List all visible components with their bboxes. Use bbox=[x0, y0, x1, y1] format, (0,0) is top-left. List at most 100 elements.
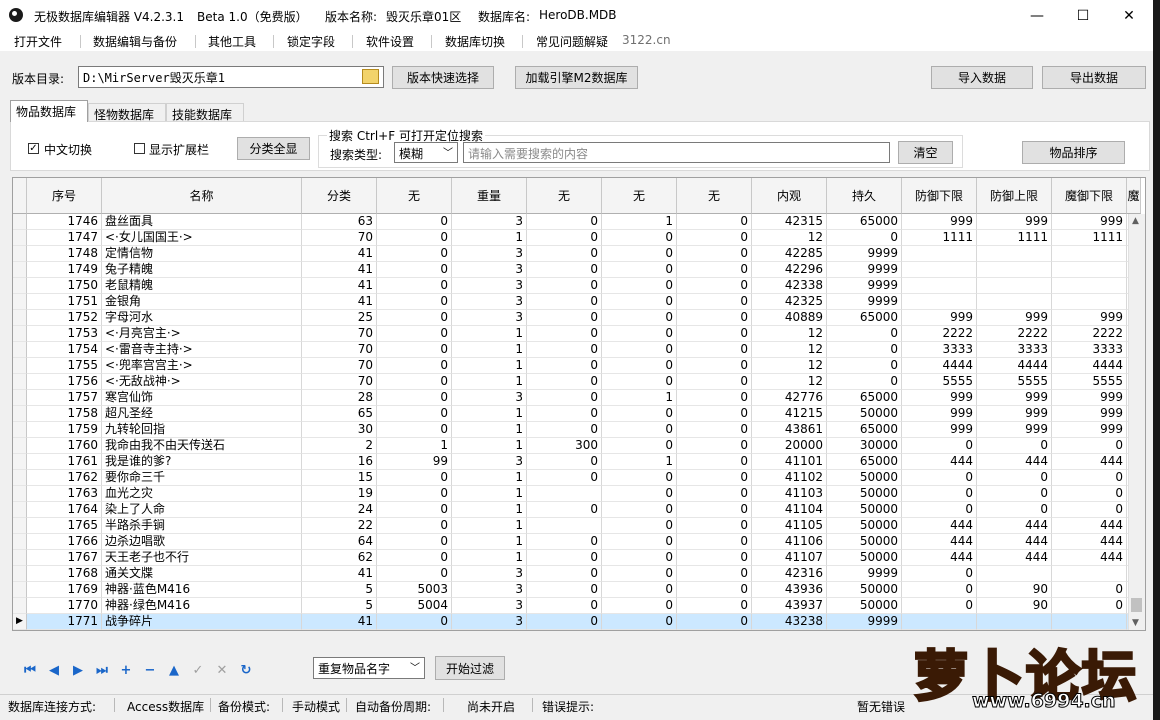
column-header[interactable]: 无 bbox=[602, 178, 677, 214]
table-cell[interactable]: 0 bbox=[527, 406, 602, 422]
table-cell[interactable]: 0 bbox=[527, 310, 602, 326]
table-cell[interactable]: 12 bbox=[752, 342, 827, 358]
table-row[interactable]: 1769 神器·蓝色M416 5 5003 3 0 0 0 43936 50000 0 90 0 bbox=[13, 582, 1141, 598]
table-cell[interactable]: 1111 bbox=[1052, 230, 1127, 246]
table-cell[interactable]: 0 bbox=[902, 566, 977, 582]
tab-items[interactable]: 物品数据库 bbox=[10, 100, 88, 122]
table-cell[interactable]: 1 bbox=[602, 454, 677, 470]
table-cell[interactable]: 0 bbox=[1052, 598, 1127, 614]
table-cell[interactable]: 3 bbox=[452, 294, 527, 310]
table-cell[interactable]: 0 bbox=[1052, 470, 1127, 486]
table-cell[interactable]: 1746 bbox=[27, 214, 102, 230]
table-cell[interactable]: 9999 bbox=[827, 246, 902, 262]
table-cell[interactable]: 300 bbox=[527, 438, 602, 454]
category-all-button[interactable]: 分类全显 bbox=[237, 137, 310, 160]
table-cell[interactable]: 999 bbox=[902, 422, 977, 438]
table-cell[interactable]: 50000 bbox=[827, 534, 902, 550]
sort-button[interactable]: 物品排序 bbox=[1022, 141, 1125, 164]
table-row[interactable]: 1767 天王老子也不行 62 0 1 0 0 0 41107 50000 444 444 444 bbox=[13, 550, 1141, 566]
table-cell[interactable]: 3 bbox=[452, 278, 527, 294]
table-cell[interactable]: 0 bbox=[527, 422, 602, 438]
table-cell[interactable] bbox=[977, 262, 1052, 278]
table-cell[interactable]: 3 bbox=[452, 390, 527, 406]
confirm-icon[interactable]: ✓ bbox=[188, 659, 208, 681]
item-name-cell[interactable]: 通关文牒 bbox=[102, 566, 302, 582]
table-row[interactable]: 1747 <·女儿国国王·> 70 0 1 0 0 0 12 0 1111 1111 1111 bbox=[13, 230, 1141, 246]
table-cell[interactable]: 43937 bbox=[752, 598, 827, 614]
table-cell[interactable]: 0 bbox=[902, 502, 977, 518]
table-cell[interactable]: 1 bbox=[452, 550, 527, 566]
table-cell[interactable]: 0 bbox=[677, 214, 752, 230]
table-row[interactable]: 1762 要你命三千 15 0 1 0 0 0 41102 50000 0 0 0 bbox=[13, 470, 1141, 486]
table-row[interactable]: 1768 通关文牒 41 0 3 0 0 0 42316 9999 0 bbox=[13, 566, 1141, 582]
menu-lock-fields[interactable]: 锁定字段 bbox=[287, 33, 335, 50]
load-engine-button[interactable]: 加载引擎M2数据库 bbox=[515, 66, 638, 89]
close-button[interactable]: ✕ bbox=[1106, 0, 1152, 31]
table-row[interactable]: 1754 <·雷音寺主持·> 70 0 1 0 0 0 12 0 3333 3333 3333 bbox=[13, 342, 1141, 358]
table-cell[interactable]: 0 bbox=[902, 486, 977, 502]
table-cell[interactable]: 1 bbox=[452, 438, 527, 454]
table-cell[interactable]: 0 bbox=[677, 518, 752, 534]
table-cell[interactable]: 90 bbox=[977, 598, 1052, 614]
table-cell[interactable]: 1766 bbox=[27, 534, 102, 550]
tab-monsters[interactable]: 怪物数据库 bbox=[88, 103, 166, 122]
row-indicator[interactable] bbox=[13, 406, 27, 422]
table-cell[interactable]: 50000 bbox=[827, 598, 902, 614]
quick-select-button[interactable]: 版本快速选择 bbox=[392, 66, 494, 89]
row-indicator[interactable] bbox=[13, 582, 27, 598]
item-name-cell[interactable]: 血光之灾 bbox=[102, 486, 302, 502]
table-cell[interactable]: 0 bbox=[602, 470, 677, 486]
table-cell[interactable]: 0 bbox=[677, 326, 752, 342]
table-row[interactable]: 1746 盘丝面具 63 0 3 0 1 0 42315 65000 999 999 999 bbox=[13, 214, 1141, 230]
export-button[interactable]: 导出数据 bbox=[1042, 66, 1146, 89]
table-cell[interactable]: 9999 bbox=[827, 294, 902, 310]
column-header[interactable]: 序号 bbox=[27, 178, 102, 214]
table-cell[interactable]: 0 bbox=[602, 358, 677, 374]
table-cell[interactable]: 4444 bbox=[1052, 358, 1127, 374]
table-cell[interactable]: 1 bbox=[602, 214, 677, 230]
table-cell[interactable]: 5555 bbox=[977, 374, 1052, 390]
table-cell[interactable]: 0 bbox=[377, 326, 452, 342]
table-cell[interactable]: 42316 bbox=[752, 566, 827, 582]
row-indicator[interactable] bbox=[13, 598, 27, 614]
table-cell[interactable]: 0 bbox=[602, 262, 677, 278]
table-cell[interactable]: 28 bbox=[302, 390, 377, 406]
table-cell[interactable]: 0 bbox=[677, 342, 752, 358]
item-name-cell[interactable]: 寒宫仙饰 bbox=[102, 390, 302, 406]
table-cell[interactable]: 3 bbox=[452, 598, 527, 614]
minimize-button[interactable]: — bbox=[1014, 0, 1060, 31]
refresh-icon[interactable]: ↻ bbox=[236, 659, 256, 681]
table-cell[interactable] bbox=[902, 246, 977, 262]
table-cell[interactable]: 0 bbox=[677, 582, 752, 598]
table-cell[interactable]: 0 bbox=[602, 374, 677, 390]
column-header[interactable]: 魔 bbox=[1127, 178, 1141, 214]
table-cell[interactable]: 0 bbox=[677, 246, 752, 262]
row-indicator[interactable] bbox=[13, 550, 27, 566]
table-cell[interactable]: 444 bbox=[977, 454, 1052, 470]
dir-input[interactable]: D:\MirServer毁灭乐章1 bbox=[78, 66, 384, 88]
table-cell[interactable] bbox=[527, 486, 602, 502]
table-cell[interactable]: 0 bbox=[677, 310, 752, 326]
start-filter-button[interactable]: 开始过滤 bbox=[435, 656, 505, 680]
table-cell[interactable]: 70 bbox=[302, 358, 377, 374]
table-cell[interactable]: 0 bbox=[527, 262, 602, 278]
table-cell[interactable]: 1764 bbox=[27, 502, 102, 518]
table-cell[interactable]: 444 bbox=[902, 550, 977, 566]
table-cell[interactable]: 0 bbox=[527, 374, 602, 390]
table-cell[interactable]: 999 bbox=[1052, 310, 1127, 326]
table-cell[interactable]: 1 bbox=[377, 438, 452, 454]
item-name-cell[interactable]: 要你命三千 bbox=[102, 470, 302, 486]
scroll-up-icon[interactable]: ▲ bbox=[1132, 216, 1139, 226]
table-cell[interactable]: 0 bbox=[527, 326, 602, 342]
table-cell[interactable]: 0 bbox=[602, 310, 677, 326]
table-cell[interactable]: 0 bbox=[602, 246, 677, 262]
table-row[interactable]: 1758 超凡圣经 65 0 1 0 0 0 41215 50000 999 999 999 bbox=[13, 406, 1141, 422]
table-cell[interactable]: 0 bbox=[377, 390, 452, 406]
table-cell[interactable]: 50000 bbox=[827, 486, 902, 502]
table-cell[interactable]: 444 bbox=[977, 534, 1052, 550]
table-cell[interactable]: 0 bbox=[677, 374, 752, 390]
item-name-cell[interactable]: 九转轮回指 bbox=[102, 422, 302, 438]
item-name-cell[interactable]: 天王老子也不行 bbox=[102, 550, 302, 566]
table-cell[interactable]: 43861 bbox=[752, 422, 827, 438]
table-cell[interactable]: 1747 bbox=[27, 230, 102, 246]
